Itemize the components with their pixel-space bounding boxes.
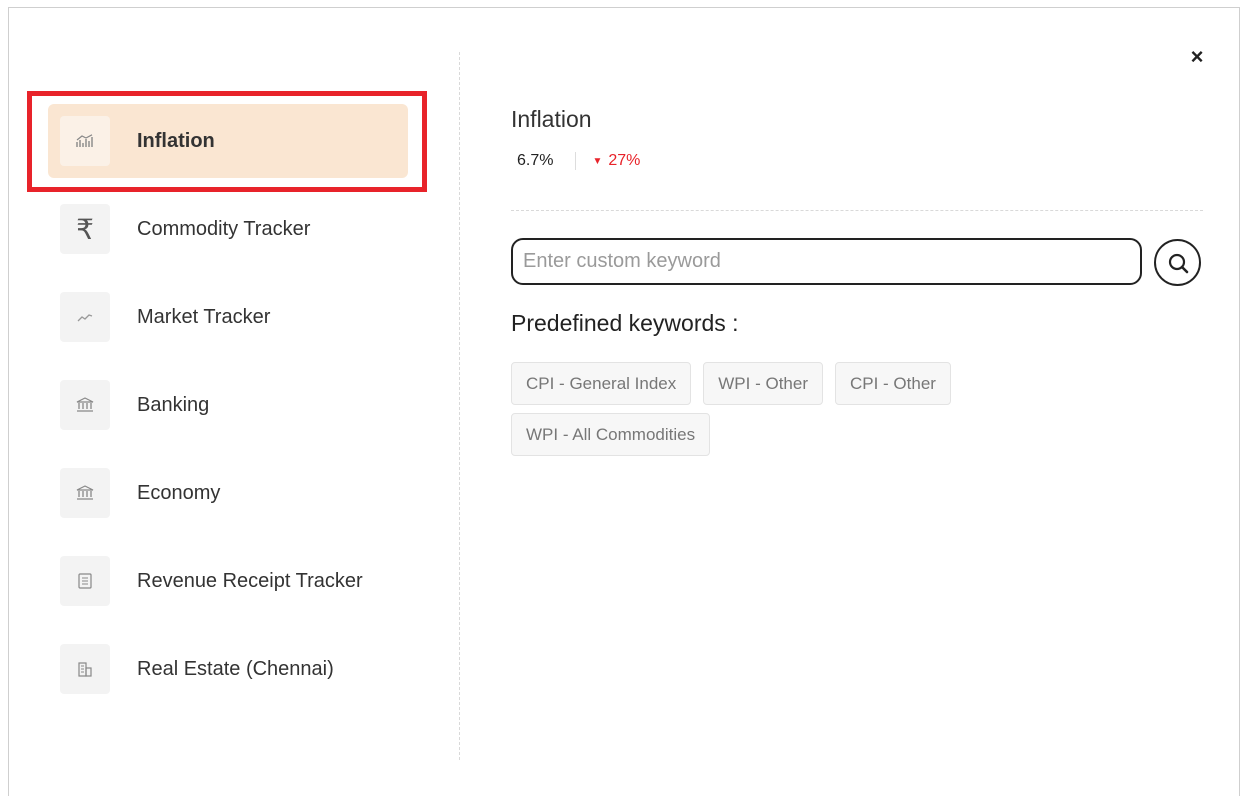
stat-change-value: 27% bbox=[608, 152, 641, 169]
sidebar-item-real-estate[interactable]: Real Estate (Chennai) bbox=[48, 632, 408, 706]
close-button[interactable]: × bbox=[1186, 46, 1208, 68]
sidebar: Inflation ₹ Commodity Tracker Market Tra… bbox=[48, 104, 408, 720]
vertical-divider bbox=[459, 52, 460, 760]
keyword-chip[interactable]: CPI - General Index bbox=[511, 362, 692, 405]
sidebar-item-label: Market Tracker bbox=[137, 305, 271, 328]
predefined-keywords-title: Predefined keywords : bbox=[511, 310, 739, 336]
horizontal-divider bbox=[511, 210, 1203, 211]
sidebar-item-label: Real Estate (Chennai) bbox=[137, 657, 334, 680]
sidebar-item-label: Economy bbox=[137, 481, 221, 504]
sidebar-item-commodity-tracker[interactable]: ₹ Commodity Tracker bbox=[48, 192, 408, 266]
sidebar-item-label: Commodity Tracker bbox=[137, 217, 311, 240]
sidebar-item-economy[interactable]: Economy bbox=[48, 456, 408, 530]
keyword-chip[interactable]: WPI - Other bbox=[703, 362, 823, 405]
sidebar-item-revenue-receipt-tracker[interactable]: Revenue Receipt Tracker bbox=[48, 544, 408, 618]
chart-icon bbox=[60, 116, 110, 166]
bank-icon bbox=[60, 468, 110, 518]
keyword-chip[interactable]: WPI - All Commodities bbox=[511, 413, 711, 456]
stats-row: 6.7% ▼ 27% bbox=[517, 152, 640, 170]
stat-separator bbox=[575, 152, 577, 170]
page-title: Inflation bbox=[511, 106, 592, 132]
rupee-icon: ₹ bbox=[60, 204, 110, 254]
keyword-search-input[interactable] bbox=[511, 238, 1142, 285]
sidebar-item-market-tracker[interactable]: Market Tracker bbox=[48, 280, 408, 354]
sidebar-item-label: Revenue Receipt Tracker bbox=[137, 569, 363, 592]
document-icon bbox=[60, 556, 110, 606]
stat-change: ▼ 27% bbox=[592, 152, 640, 170]
stat-value: 6.7% bbox=[517, 152, 554, 169]
sidebar-item-label: Banking bbox=[137, 393, 210, 416]
sidebar-item-inflation[interactable]: Inflation bbox=[48, 104, 408, 178]
search-icon bbox=[1168, 253, 1188, 273]
bank-icon bbox=[60, 380, 110, 430]
trend-line-icon bbox=[60, 292, 110, 342]
sidebar-item-banking[interactable]: Banking bbox=[48, 368, 408, 442]
keyword-chip[interactable]: CPI - Other bbox=[834, 362, 951, 405]
down-arrow-icon: ▼ bbox=[592, 155, 603, 167]
keyword-chips: CPI - General Index WPI - Other CPI - Ot… bbox=[511, 362, 1031, 464]
sidebar-item-label: Inflation bbox=[137, 129, 215, 152]
building-icon bbox=[60, 644, 110, 694]
search-button[interactable] bbox=[1154, 239, 1201, 286]
